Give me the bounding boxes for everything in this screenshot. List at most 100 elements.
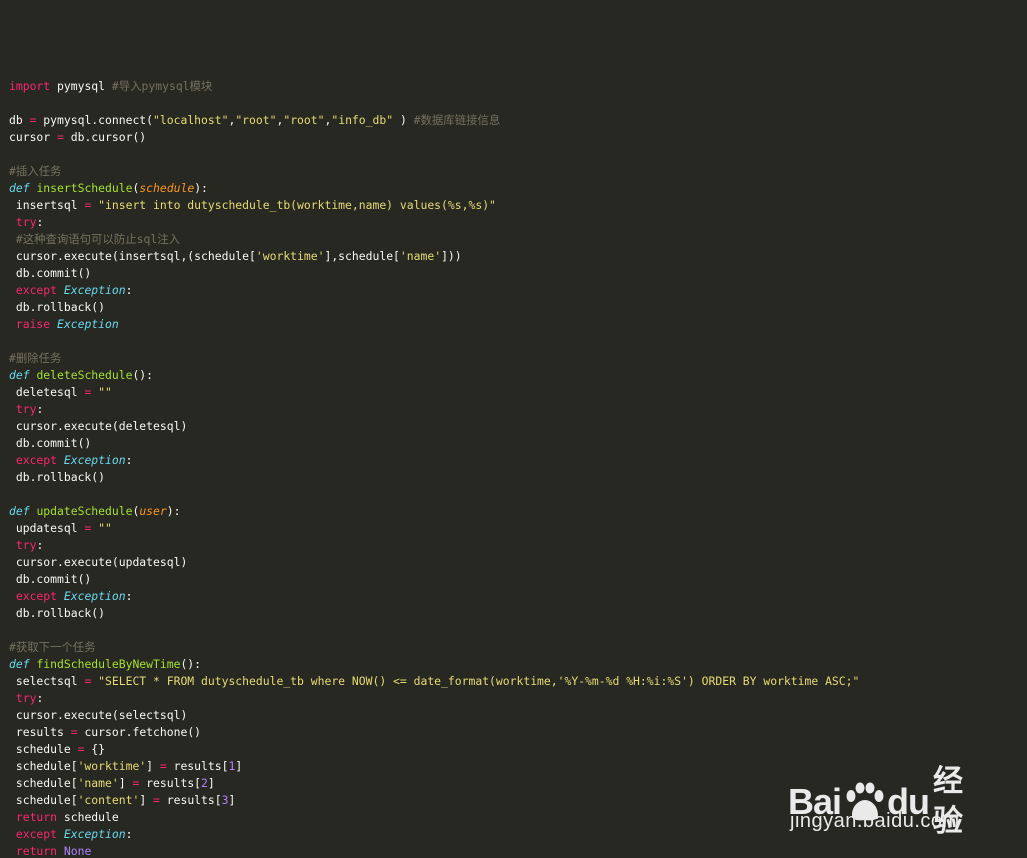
code-token-plain: cursor.execute(insertsql,(schedule[ xyxy=(9,249,256,263)
code-token-plain: ] xyxy=(146,759,160,773)
code-token-fn: updateSchedule xyxy=(36,504,133,518)
code-token-fn: insertSchedule xyxy=(36,181,133,195)
code-token-kw: return xyxy=(15,810,58,824)
code-token-op: = xyxy=(159,759,167,773)
code-line: try: xyxy=(9,537,859,554)
code-token-plain: ] xyxy=(228,793,236,807)
code-line: try: xyxy=(9,214,859,231)
code-token-plain: : xyxy=(36,215,44,229)
code-token-plain: selectsql xyxy=(9,674,85,688)
code-line: schedule['worktime'] = results[1] xyxy=(9,758,859,775)
code-token-plain: ): xyxy=(166,504,181,518)
code-token-plain: cursor xyxy=(9,130,58,144)
code-token-plain: db.rollback() xyxy=(9,470,106,484)
code-token-str: 'worktime' xyxy=(77,759,147,773)
code-line: except Exception: xyxy=(9,826,859,843)
code-line: db.rollback() xyxy=(9,299,859,316)
code-token-plain: ] xyxy=(139,793,154,807)
code-line: return None xyxy=(9,843,859,858)
code-line: db.commit() xyxy=(9,571,859,588)
code-token-plain: db.commit() xyxy=(9,572,92,586)
code-token-plain: ] xyxy=(118,776,133,790)
code-line: results = cursor.fetchone() xyxy=(9,724,859,741)
code-token-str: "insert into dutyschedule_tb(worktime,na… xyxy=(98,198,496,212)
code-line: schedule = {} xyxy=(9,741,859,758)
code-token-kw: return xyxy=(15,844,58,858)
code-line: db.rollback() xyxy=(9,605,859,622)
code-line: schedule['name'] = results[2] xyxy=(9,775,859,792)
code-token-plain: : xyxy=(125,589,133,603)
code-token-cm: #导入pymysql模块 xyxy=(111,79,213,93)
code-token-plain: : xyxy=(125,283,133,297)
code-token-plain: cursor.execute(selectsql) xyxy=(9,708,188,722)
code-token-kw: try xyxy=(15,538,37,552)
code-token-cls: Exception xyxy=(63,827,126,841)
code-token-def: def xyxy=(9,504,30,518)
code-token-def: def xyxy=(9,181,30,195)
code-line: db.commit() xyxy=(9,435,859,452)
code-token-plain: cursor.execute(deletesql) xyxy=(9,419,188,433)
code-token-kw: except xyxy=(15,589,58,603)
code-token-plain: db.commit() xyxy=(9,266,92,280)
code-token-num: 2 xyxy=(201,776,208,790)
code-token-plain: : xyxy=(125,827,133,841)
code-token-plain: : xyxy=(36,402,44,416)
code-token-kw: raise xyxy=(15,317,51,331)
code-token-plain: ])) xyxy=(441,249,462,263)
code-token-cm: #这种查询语句可以防止sql注入 xyxy=(15,232,180,246)
code-token-plain: schedule xyxy=(57,810,119,824)
code-token-kw: except xyxy=(15,283,58,297)
code-line: #这种查询语句可以防止sql注入 xyxy=(9,231,859,248)
code-line: raise Exception xyxy=(9,316,859,333)
code-line: return schedule xyxy=(9,809,859,826)
code-token-plain: deletesql xyxy=(9,385,85,399)
code-token-plain: results xyxy=(9,725,71,739)
code-token-str: "root" xyxy=(235,113,277,127)
code-token-plain: (): xyxy=(132,368,154,382)
code-line: cursor.execute(selectsql) xyxy=(9,707,859,724)
watermark-url: jingyan.baidu.com xyxy=(790,810,960,832)
code-token-plain: insertsql xyxy=(9,198,85,212)
code-line: except Exception: xyxy=(9,282,859,299)
code-token-plain: : xyxy=(125,453,133,467)
code-line: cursor.execute(updatesql) xyxy=(9,554,859,571)
code-token-plain: db xyxy=(9,113,30,127)
baidu-jingyan-watermark: Bai du 经验 jingyan.baidu.com xyxy=(786,744,976,840)
code-area[interactable]: import pymysql #导入pymysql模块 db = pymysql.… xyxy=(9,61,859,858)
code-token-const: None xyxy=(63,844,92,858)
code-token-plain: : xyxy=(36,691,44,705)
code-line: selectsql = "SELECT * FROM dutyschedule_… xyxy=(9,673,860,690)
code-line: try: xyxy=(9,401,859,418)
code-token-def: def xyxy=(9,368,30,382)
code-line: updatesql = "" xyxy=(9,520,859,537)
code-token-cls: Exception xyxy=(63,589,126,603)
code-token-cm: #获取下一个任务 xyxy=(9,640,96,654)
code-line: cursor = db.cursor() xyxy=(9,129,859,146)
code-line: def insertSchedule(schedule): xyxy=(9,180,859,197)
code-token-cm: #插入任务 xyxy=(9,164,62,178)
code-token-plain: cursor.fetchone() xyxy=(77,725,202,739)
code-token-plain: pymysql.connect( xyxy=(36,113,154,127)
code-token-plain: updatesql xyxy=(9,521,85,535)
code-token-kw: try xyxy=(15,691,37,705)
code-token-kw: except xyxy=(15,453,58,467)
code-token-plain: schedule xyxy=(9,742,78,756)
code-token-str: "localhost" xyxy=(153,113,229,127)
code-token-kw: try xyxy=(15,215,37,229)
code-token-str: "info_db" xyxy=(331,113,394,127)
code-line: cursor.execute(insertsql,(schedule['work… xyxy=(9,248,859,265)
code-line: cursor.execute(deletesql) xyxy=(9,418,859,435)
code-token-param: user xyxy=(139,504,167,518)
